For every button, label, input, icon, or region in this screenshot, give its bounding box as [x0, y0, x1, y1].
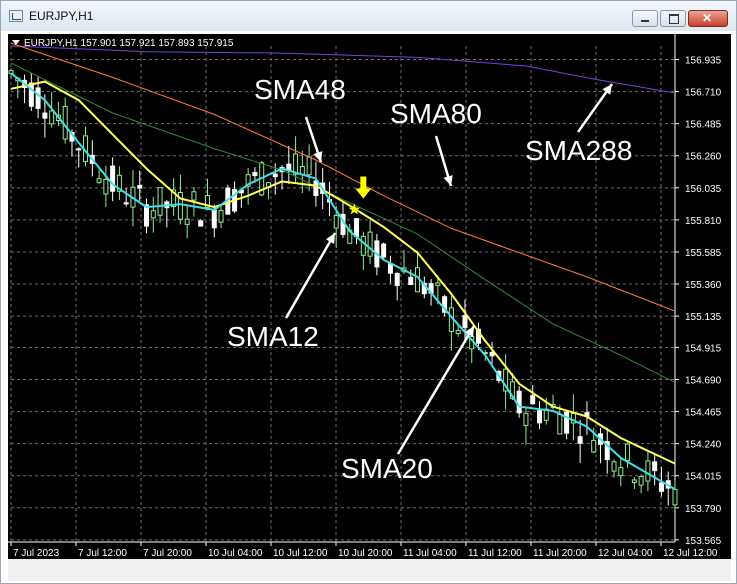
- minimize-button[interactable]: [632, 10, 658, 27]
- y-tick-label: 155.135: [685, 312, 722, 323]
- candle-body-bullish: [591, 439, 597, 453]
- candle-body-bullish: [631, 479, 637, 483]
- candle-body-bearish: [536, 410, 542, 424]
- chart-header: EURJPY,H1 157.901 157.921 157.893 157.91…: [12, 38, 233, 49]
- maximize-button[interactable]: [660, 10, 686, 27]
- y-tick-label: 155.585: [685, 248, 722, 259]
- candle-body-bullish: [638, 476, 644, 486]
- annotation-sma12: SMA12: [227, 321, 319, 352]
- candle-body-bullish: [49, 110, 55, 125]
- annotation-sma20-pointer-line: [396, 325, 476, 455]
- candle-body-bullish: [157, 187, 163, 216]
- chart-bottom-strip: [8, 559, 731, 581]
- candle-body-bearish: [252, 171, 258, 177]
- annotation-sma12-pointer-line: [284, 232, 337, 319]
- y-tick-label: 156.710: [685, 88, 722, 99]
- candle-body-bearish: [110, 165, 116, 192]
- candle-body-bullish: [557, 414, 563, 435]
- annotation-sma20: SMA20: [341, 453, 433, 484]
- candle-body-bearish: [394, 272, 400, 286]
- x-tick-label: 7 Jul 20:00: [143, 548, 192, 559]
- y-tick-label: 155.810: [685, 216, 722, 227]
- x-tick-label: 11 Jul 12:00: [468, 548, 522, 559]
- chart-window-icon: [9, 10, 23, 22]
- chart-menu-triangle-icon[interactable]: [12, 40, 20, 45]
- window-title: EURJPY,H1: [29, 9, 94, 23]
- x-tick-label: 12 Jul 04:00: [598, 548, 653, 559]
- y-tick-label: 155.360: [685, 280, 722, 291]
- y-tick-label: 153.790: [685, 504, 722, 515]
- candle-body-bullish: [306, 156, 312, 176]
- candle-body-bearish: [313, 180, 319, 196]
- price-chart[interactable]: 156.935 156.710 156.485 156.260 156.035 155.8…: [8, 34, 731, 559]
- y-tick-label: 156.035: [685, 184, 722, 195]
- candle-body-bullish: [618, 467, 624, 477]
- candle-body-bullish: [184, 218, 190, 225]
- x-tick-label: 7 Jul 12:00: [78, 548, 127, 559]
- x-tick-label: 7 Jul 2023: [13, 548, 60, 559]
- x-tick-label: 10 Jul 12:00: [273, 548, 328, 559]
- candle-body-bearish: [211, 209, 217, 229]
- y-tick-label: 156.260: [685, 152, 722, 163]
- candle-body-bearish: [652, 461, 658, 472]
- candle-body-bearish: [381, 243, 387, 258]
- candle-body-bullish: [360, 235, 366, 256]
- candle-body-bearish: [76, 148, 82, 151]
- candle-body-bearish: [489, 352, 495, 357]
- candle-body-bearish: [387, 263, 393, 274]
- x-tick-label: 10 Jul 20:00: [338, 548, 393, 559]
- annotation-sma48: SMA48: [254, 74, 346, 105]
- y-tick-label: 156.485: [685, 120, 722, 131]
- annotation-sma48-pointer-head-icon: [313, 151, 323, 162]
- x-tick-label: 12 Jul 12:00: [663, 548, 718, 559]
- candle-body-bullish: [191, 191, 197, 201]
- candle-body-bullish: [645, 460, 651, 482]
- chart-header-quote: EURJPY,H1 157.901 157.921 157.893 157.91…: [24, 38, 234, 49]
- annotation-sma80: SMA80: [390, 98, 482, 129]
- candle-body-bearish: [530, 395, 536, 405]
- annotation-sma288-pointer-head-icon: [602, 84, 612, 95]
- candle-body-bearish: [462, 314, 468, 328]
- candle-body-bullish: [103, 178, 109, 195]
- candle-body-bearish: [42, 112, 48, 119]
- candle-body-bearish: [137, 184, 143, 189]
- candle-body-bullish: [367, 231, 373, 257]
- candle-body-bullish: [333, 214, 339, 229]
- candle-body-bullish: [150, 210, 156, 219]
- candle-body-bearish: [123, 202, 129, 205]
- candle-body-bullish: [672, 488, 678, 506]
- chart-window: EURJPY,H1 156.935156.710156.485156.26015…: [0, 0, 737, 584]
- candle-body-bullish: [96, 178, 102, 183]
- candle-body-bullish: [455, 329, 461, 334]
- y-tick-label: 154.015: [685, 472, 722, 483]
- y-tick-label: 154.690: [685, 376, 722, 387]
- close-button[interactable]: [688, 10, 728, 27]
- x-tick-label: 11 Jul 20:00: [533, 548, 587, 559]
- y-tick-label: 154.240: [685, 440, 722, 451]
- candle-body-bearish: [35, 87, 41, 109]
- candle-body-bearish: [272, 173, 278, 178]
- y-tick-label: 156.935: [685, 56, 722, 67]
- x-tick-label: 11 Jul 04:00: [403, 548, 457, 559]
- candle-body-bearish: [516, 390, 522, 414]
- candle-body-bearish: [198, 220, 204, 227]
- y-tick-label: 153.565: [685, 536, 722, 547]
- candle-body-bullish: [611, 461, 617, 472]
- candle-body-bullish: [625, 443, 631, 462]
- window-titlebar[interactable]: EURJPY,H1: [1, 1, 736, 31]
- candle-body-bullish: [435, 282, 441, 286]
- candle-body-bearish: [577, 436, 583, 444]
- candle-body-bullish: [218, 210, 224, 223]
- x-tick-label: 10 Jul 04:00: [208, 548, 263, 559]
- candle-body-bearish: [354, 218, 360, 237]
- candle-body-bearish: [658, 482, 664, 492]
- annotation-sma288: SMA288: [525, 135, 633, 166]
- candle-body-bearish: [408, 276, 414, 286]
- y-tick-label: 154.465: [685, 408, 722, 419]
- candle-body-bearish: [28, 82, 34, 107]
- candle-body-bullish: [523, 412, 529, 426]
- y-tick-label: 154.915: [685, 343, 722, 354]
